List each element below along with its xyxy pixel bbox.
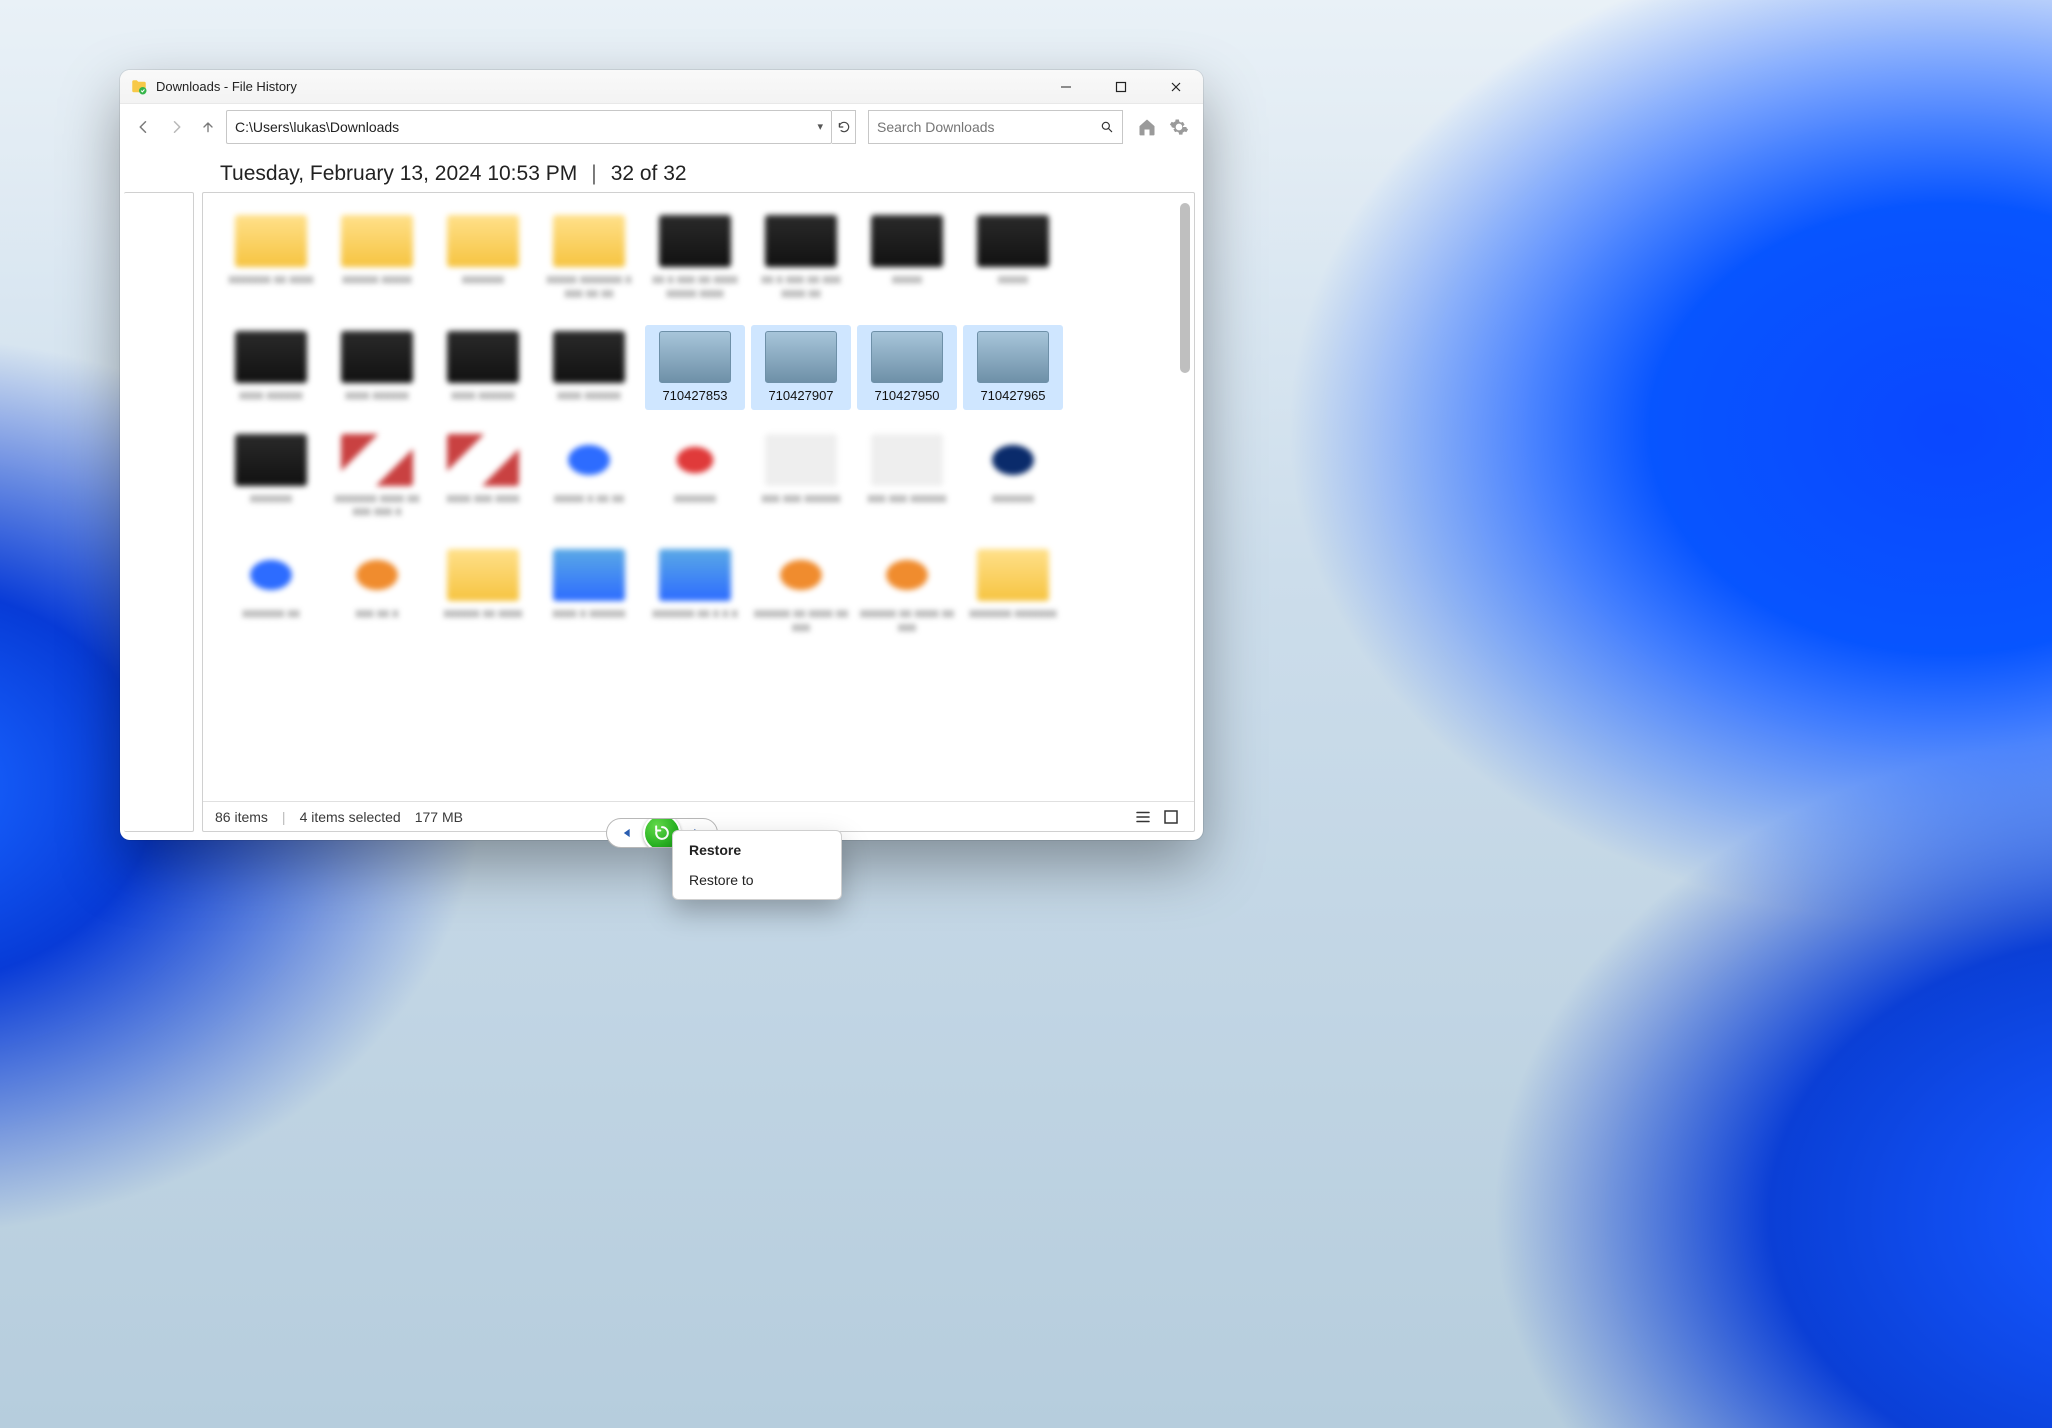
refresh-button[interactable] [832,110,856,144]
list-item[interactable]: xxx xx x [327,543,427,641]
address-dropdown-icon[interactable]: ▾ [817,120,823,133]
maximize-button[interactable] [1093,70,1148,104]
list-item[interactable]: xxxx xxxxxx [539,325,639,410]
file-name: 710427907 [768,389,833,404]
up-button[interactable] [194,113,222,141]
minimize-button[interactable] [1038,70,1093,104]
list-item[interactable]: xxxxxxx [645,428,745,526]
list-item[interactable]: xxxxx xxxxxxx x xxx xx xx [539,209,639,307]
snapshot-page-index: 32 of 32 [611,162,687,186]
content-area: xxxxxxx xx xxxx xxxxxx xxxxx xxxxxxx xxx… [120,192,1203,840]
status-size: 177 MB [415,809,463,825]
list-item-selected[interactable]: 710427950 [857,325,957,410]
list-item[interactable]: xxxxxxx [433,209,533,307]
list-item[interactable]: xxxx x xxxxxx [539,543,639,641]
list-item[interactable]: xxx xxx xxxxxx [857,428,957,526]
list-item[interactable]: xx x xxx xx xxx xxxx xx [751,209,851,307]
search-icon[interactable] [1100,120,1114,134]
list-item[interactable]: xxxxxx xx xxxx [433,543,533,641]
address-path: C:\Users\lukas\Downloads [235,119,399,135]
list-item[interactable]: xxxx xxxxxx [433,325,533,410]
thumbnails-view-button[interactable] [1160,806,1182,828]
list-item[interactable]: xxxxxxx xx [221,543,321,641]
info-separator: | [591,162,596,186]
context-menu: Restore Restore to [672,830,842,900]
menu-item-restore[interactable]: Restore [673,835,841,865]
list-item[interactable]: xxx xxx xxxxxx [751,428,851,526]
list-item-selected[interactable]: 710427965 [963,325,1063,410]
home-button[interactable] [1133,113,1161,141]
photo-thumb [659,331,731,383]
list-item-selected[interactable]: 710427907 [751,325,851,410]
file-name: 710427950 [874,389,939,404]
list-item[interactable]: xxxxx [963,209,1063,307]
list-item[interactable]: xx x xxx xx xxxx xxxxx xxxx [645,209,745,307]
list-item[interactable]: xxxxxx xx xxxx xx xxx [751,543,851,641]
snapshot-info: Tuesday, February 13, 2024 10:53 PM | 32… [120,150,1203,192]
search-box[interactable] [868,110,1123,144]
list-item[interactable]: xxxxxxx xx xxxx [221,209,321,307]
toolbar: C:\Users\lukas\Downloads ▾ [120,104,1203,150]
file-pane: xxxxxxx xx xxxx xxxxxx xxxxx xxxxxxx xxx… [202,192,1195,832]
list-item[interactable]: xxxxxx xx xxxx xx xxx [857,543,957,641]
window-title: Downloads - File History [156,79,297,94]
file-name: 710427853 [662,389,727,404]
titlebar[interactable]: Downloads - File History [120,70,1203,104]
vertical-scrollbar[interactable] [1178,199,1192,795]
back-button[interactable] [130,113,158,141]
list-item[interactable]: xxxxxxx xx x x x [645,543,745,641]
address-bar[interactable]: C:\Users\lukas\Downloads ▾ [226,110,832,144]
details-view-button[interactable] [1132,806,1154,828]
list-item[interactable]: xxxx xxxxxx [221,325,321,410]
file-grid: xxxxxxx xx xxxx xxxxxx xxxxx xxxxxxx xxx… [221,209,1170,641]
forward-button[interactable] [162,113,190,141]
scrollbar-thumb[interactable] [1180,203,1190,373]
snapshot-timestamp: Tuesday, February 13, 2024 10:53 PM [220,162,577,186]
list-item[interactable]: xxxx xxx xxxx [433,428,533,526]
list-item[interactable]: xxxxxxx [963,428,1063,526]
photo-thumb [765,331,837,383]
list-item[interactable]: xxxxx x xx xx [539,428,639,526]
list-item[interactable]: xxxxxxx xxxx xx xxx xxx x [327,428,427,526]
menu-item-restore-to[interactable]: Restore to [673,865,841,895]
search-input[interactable] [877,119,1100,135]
list-item[interactable]: xxxxxxx xxxxxxx [963,543,1063,641]
photo-thumb [871,331,943,383]
list-item[interactable]: xxxxx [857,209,957,307]
photo-thumb [977,331,1049,383]
status-item-count: 86 items [215,809,268,825]
close-button[interactable] [1148,70,1203,104]
status-divider: | [282,809,286,825]
file-grid-scroll[interactable]: xxxxxxx xx xxxx xxxxxx xxxxx xxxxxxx xxx… [203,193,1194,801]
file-history-window: Downloads - File History C:\Users\lukas\… [120,70,1203,840]
app-folder-icon [130,78,148,96]
list-item-selected[interactable]: 710427853 [645,325,745,410]
status-selection: 4 items selected [300,809,401,825]
previous-version-button[interactable] [607,819,643,847]
list-item[interactable]: xxxx xxxxxx [327,325,427,410]
settings-button[interactable] [1165,113,1193,141]
sidebar-sliver [124,192,194,832]
list-item[interactable]: xxxxxx xxxxx [327,209,427,307]
file-name: 710427965 [980,389,1045,404]
list-item[interactable]: xxxxxxx [221,428,321,526]
